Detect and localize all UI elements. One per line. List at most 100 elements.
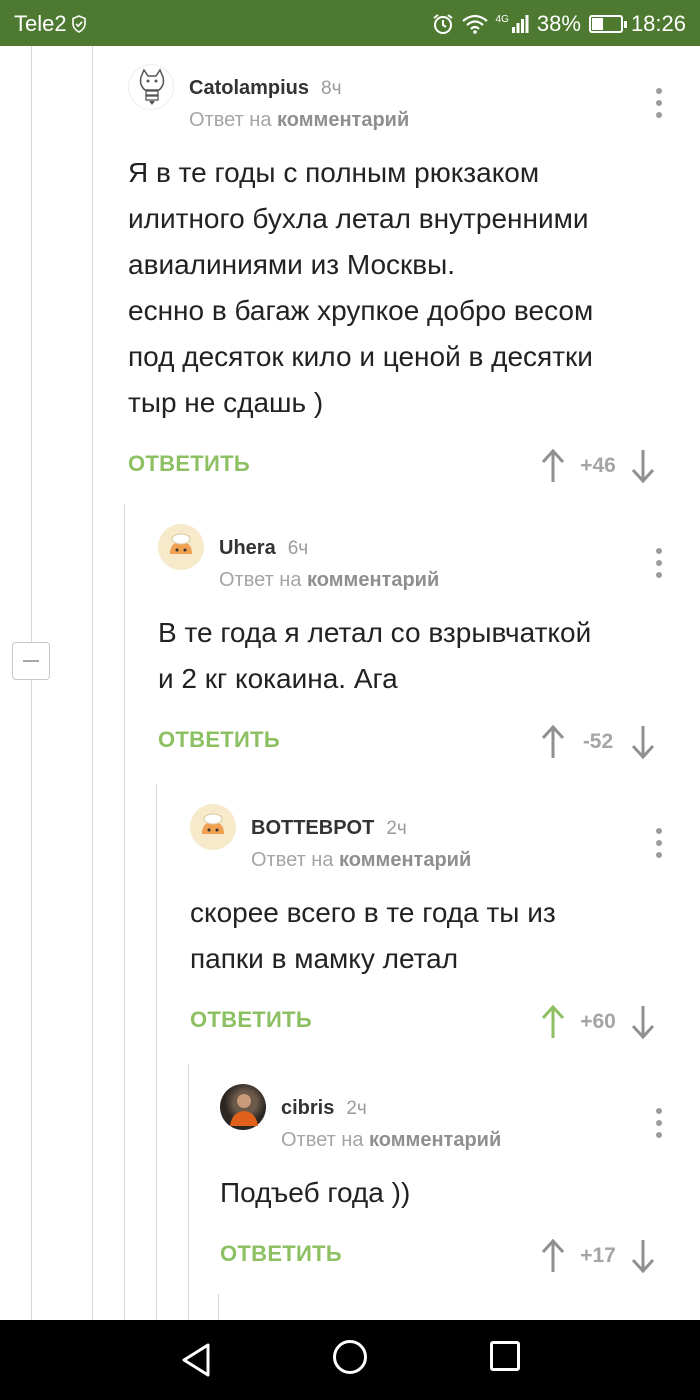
upvote-arrow-icon[interactable] — [540, 724, 566, 760]
vote-controls: +46 — [540, 446, 656, 486]
comment-line: Подъеб года )) — [220, 1177, 411, 1208]
thread-line — [92, 46, 93, 1320]
navigation-bar — [0, 1320, 700, 1400]
battery-icon — [588, 15, 627, 33]
comment-time: 2ч — [386, 818, 407, 839]
reply-target-link[interactable]: комментарий — [369, 1129, 501, 1151]
upvote-arrow-icon[interactable] — [540, 448, 566, 484]
comment-line: под десяток кило и ценой в десятки — [128, 341, 593, 372]
comment: Catolampius 8ч Ответ на комментарий Я в т… — [128, 64, 683, 498]
downvote-arrow-icon[interactable] — [630, 1004, 656, 1040]
comment-text: скорее всего в те года ты из папки в мам… — [190, 890, 683, 982]
more-options-icon[interactable] — [656, 1108, 662, 1138]
reply-button[interactable]: ОТВЕТИТЬ — [158, 727, 280, 753]
comment-line: папки в мамку летал — [190, 943, 459, 974]
comment-time: 6ч — [287, 538, 309, 559]
thread-line — [31, 46, 32, 1320]
comment-text: Подъеб года )) — [220, 1170, 683, 1216]
upvote-arrow-icon[interactable] — [540, 1004, 566, 1040]
vote-controls: -52 — [540, 722, 656, 762]
comment-score: +60 — [580, 1010, 616, 1033]
comment-author[interactable]: Catolampius — [189, 77, 309, 99]
comment-actions: ОТВЕТИТЬ -52 — [158, 714, 683, 774]
vote-controls: +17 — [540, 1236, 656, 1276]
reply-to: Ответ на комментарий — [281, 1129, 501, 1152]
comment-line: еснно в багаж хрупкое добро весом — [128, 295, 594, 326]
more-options-icon[interactable] — [656, 828, 662, 858]
reply-button[interactable]: ОТВЕТИТЬ — [190, 1007, 312, 1033]
clock: 18:26 — [630, 11, 686, 36]
comment-score: +17 — [580, 1244, 616, 1267]
downvote-arrow-icon[interactable] — [630, 1238, 656, 1274]
carrier-name: Tele2 — [14, 11, 67, 36]
comment-line: В те года я летал со взрывчаткой — [158, 617, 592, 648]
comment-author[interactable]: cibris — [281, 1097, 334, 1119]
thread-line — [124, 504, 125, 1320]
avatar[interactable] — [128, 64, 174, 110]
reply-button[interactable]: ОТВЕТИТЬ — [128, 451, 250, 477]
comment-line: тыр не сдашь ) — [128, 387, 324, 418]
thread-line — [188, 1064, 189, 1320]
back-icon[interactable] — [180, 1342, 212, 1378]
comment-thread[interactable]: Catolampius 8ч Ответ на комментарий Я в т… — [0, 46, 700, 1320]
status-bar: Tele2 4G 38% 18:26 — [0, 0, 700, 46]
comment-header: cibris 2ч Ответ на комментарий — [220, 1084, 683, 1164]
alarm-icon — [432, 14, 453, 34]
comment-score: -52 — [582, 730, 614, 753]
battery-percent: 38% — [536, 11, 581, 36]
upvote-arrow-icon[interactable] — [540, 1238, 566, 1274]
reply-target-link[interactable]: комментарий — [277, 109, 409, 131]
reply-prefix: Ответ на — [219, 569, 302, 591]
more-options-icon[interactable] — [656, 548, 662, 578]
comment-author[interactable]: BOTTEBPOT — [251, 817, 374, 839]
reply-target-link[interactable]: комментарий — [339, 849, 471, 871]
downvote-arrow-icon[interactable] — [630, 448, 656, 484]
comment: cibris 2ч Ответ на комментарий Подъеб год… — [220, 1084, 683, 1288]
comment-line: скорее всего в те года ты из — [190, 897, 556, 928]
cell-signal-icon: 4G — [496, 15, 529, 33]
comment: BOTTEBPOT 2ч Ответ на комментарий скорее … — [190, 804, 683, 1054]
reply-to: Ответ на комментарий — [189, 109, 409, 132]
wifi-icon — [461, 14, 488, 34]
network-type: 4G — [495, 14, 509, 25]
comment-line: авиалиниями из Москвы. — [128, 249, 456, 280]
cat-lightbulb-icon — [139, 68, 165, 105]
comment-header: BOTTEBPOT 2ч Ответ на комментарий — [190, 804, 683, 884]
comment-header: Catolampius 8ч Ответ на комментарий — [128, 64, 683, 144]
shield-icon — [71, 15, 86, 33]
reply-to: Ответ на комментарий — [251, 849, 471, 872]
collapse-thread-button[interactable] — [12, 642, 50, 680]
reply-prefix: Ответ на — [189, 109, 272, 131]
reply-target-link[interactable]: комментарий — [307, 569, 439, 591]
vote-controls: +60 — [540, 1002, 656, 1042]
downvote-arrow-icon[interactable] — [630, 724, 656, 760]
comment-time: 8ч — [321, 78, 342, 99]
comment-line: и 2 кг кокаина. Ага — [158, 663, 398, 694]
comment-actions: ОТВЕТИТЬ +46 — [128, 438, 683, 498]
comment: Uhera 6ч Ответ на комментарий В те года я… — [158, 524, 683, 774]
chef-icon — [170, 533, 192, 554]
reply-button[interactable]: ОТВЕТИТЬ — [220, 1241, 342, 1267]
more-options-icon[interactable] — [656, 88, 662, 118]
reply-prefix: Ответ на — [251, 849, 334, 871]
thread-line — [156, 784, 157, 1320]
comment-author[interactable]: Uhera — [219, 537, 276, 559]
home-icon[interactable] — [333, 1340, 367, 1374]
avatar[interactable] — [158, 524, 204, 570]
comment-header: Uhera 6ч Ответ на комментарий — [158, 524, 683, 604]
avatar[interactable] — [190, 804, 236, 850]
comment-actions: ОТВЕТИТЬ +17 — [220, 1228, 683, 1288]
comment-time: 2ч — [346, 1098, 367, 1119]
reply-to: Ответ на комментарий — [219, 569, 439, 592]
comment-actions: ОТВЕТИТЬ +60 — [190, 994, 683, 1054]
carrier: Tele2 — [14, 11, 87, 37]
chef-icon — [202, 813, 224, 834]
recent-apps-icon[interactable] — [490, 1341, 520, 1371]
avatar[interactable] — [220, 1084, 266, 1130]
status-icons: 4G 38% 18:26 — [432, 11, 686, 37]
comment-line: илитного бухла летал внутренними — [128, 203, 589, 234]
thread-line — [218, 1294, 219, 1320]
comment-line: Я в те годы с полным рюкзаком — [128, 157, 540, 188]
reply-prefix: Ответ на — [281, 1129, 364, 1151]
comment-score: +46 — [580, 454, 616, 477]
